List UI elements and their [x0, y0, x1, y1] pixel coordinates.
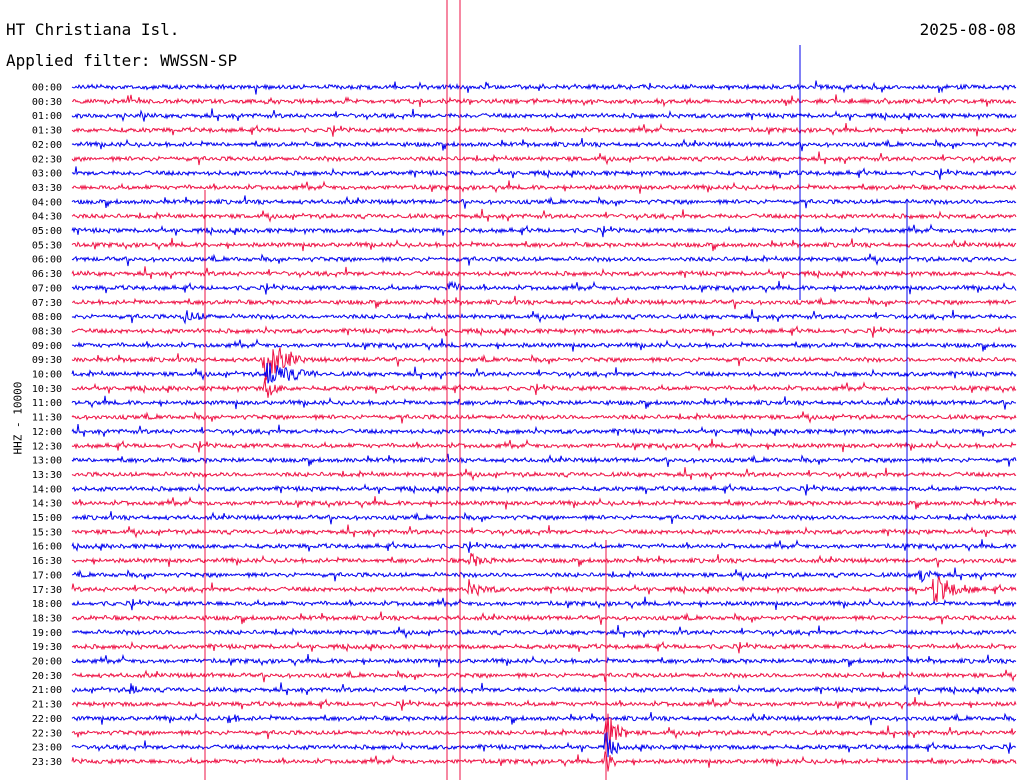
time-tick-label: 16:00 [32, 542, 62, 553]
time-tick-label: 05:30 [32, 240, 62, 251]
trace-row [71, 377, 1017, 398]
trace-row [71, 347, 1017, 381]
time-tick-label: 10:00 [32, 370, 62, 381]
trace-row [71, 751, 1017, 772]
time-tick-label: 03:00 [32, 169, 62, 180]
trace-row [71, 453, 1017, 467]
trace-row [71, 576, 1017, 603]
trace-row [71, 640, 1017, 654]
time-tick-label: 07:00 [32, 283, 62, 294]
time-tick-label: 01:00 [32, 111, 62, 122]
time-tick-label: 21:00 [32, 685, 62, 696]
trace-row [71, 266, 1017, 280]
trace-row [71, 395, 1016, 410]
trace-row [71, 166, 1017, 180]
trace-row [71, 151, 1017, 166]
trace-row [71, 697, 1017, 711]
time-tick-label: 15:00 [32, 513, 62, 524]
trace-row [71, 123, 1017, 137]
time-tick-label: 06:30 [32, 269, 62, 280]
time-tick-label: 07:30 [32, 298, 62, 309]
trace-row [71, 567, 1017, 584]
time-tick-label: 08:30 [32, 326, 62, 337]
trace-row [71, 362, 1017, 384]
time-tick-label: 04:00 [32, 197, 62, 208]
time-tick-label: 09:30 [32, 355, 62, 366]
trace-row [71, 424, 1017, 438]
time-tick-label: 11:00 [32, 398, 62, 409]
time-tick-label: 00:30 [32, 97, 62, 108]
time-tick-label: 05:00 [32, 226, 62, 237]
time-tick-label: 21:30 [32, 700, 62, 711]
time-tick-label: 19:30 [32, 642, 62, 653]
time-tick-label: 23:30 [32, 757, 62, 768]
time-tick-label: 17:00 [32, 570, 62, 581]
trace-row [72, 295, 1016, 310]
time-tick-label: 22:30 [32, 728, 62, 739]
trace-row [71, 496, 1017, 510]
time-tick-label: 17:30 [32, 585, 62, 596]
trace-row [71, 511, 1017, 525]
time-tick-label: 23:00 [32, 743, 62, 754]
trace-row [71, 669, 1017, 683]
time-tick-label: 14:00 [32, 484, 62, 495]
time-tick-label: 14:30 [32, 499, 62, 510]
time-tick-label: 04:30 [32, 212, 62, 223]
time-tick-label: 18:30 [32, 613, 62, 624]
trace-row [71, 253, 1017, 267]
trace-row [71, 611, 1017, 625]
trace-row [71, 596, 1017, 611]
time-tick-label: 09:00 [32, 341, 62, 352]
trace-row [71, 309, 1017, 325]
time-tick-label: 20:30 [32, 671, 62, 682]
trace-row [71, 712, 1017, 726]
time-tick-label: 12:30 [32, 441, 62, 452]
time-tick-label: 19:00 [32, 628, 62, 639]
trace-row [71, 467, 1017, 482]
trace-row [71, 682, 1017, 696]
time-tick-label: 18:00 [32, 599, 62, 610]
time-tick-label: 13:30 [32, 470, 62, 481]
trace-row [71, 108, 1017, 123]
trace-row [71, 732, 1017, 758]
trace-row [71, 411, 1017, 424]
trace-row [71, 223, 1017, 238]
trace-row [71, 208, 1017, 223]
trace-row [71, 180, 1017, 194]
time-tick-label: 22:00 [32, 714, 62, 725]
trace-row [71, 524, 1017, 539]
trace-row [72, 482, 1017, 496]
trace-row [71, 195, 1017, 209]
time-tick-label: 10:30 [32, 384, 62, 395]
time-tick-label: 20:00 [32, 657, 62, 668]
time-tick-label: 06:00 [32, 255, 62, 266]
trace-row [71, 552, 1017, 568]
trace-row [71, 653, 1017, 668]
helicorder-plot: HT Christiana Isl. 2025-08-08 Applied fi… [0, 0, 1024, 780]
trace-row [71, 138, 1017, 152]
trace-row [71, 539, 1017, 553]
trace-row [71, 80, 1017, 95]
trace-row [71, 438, 1017, 453]
seismogram-traces: 00:00 00:30 01:00 01:30 02:00 02:30 03:00 03:30… [32, 0, 1017, 780]
trace-row [71, 338, 1017, 352]
trace-row [71, 325, 1017, 338]
time-tick-label: 08:00 [32, 312, 62, 323]
time-tick-label: 01:30 [32, 126, 62, 137]
trace-row [71, 94, 1016, 108]
time-tick-label: 03:30 [32, 183, 62, 194]
time-tick-label: 02:30 [32, 154, 62, 165]
time-tick-label: 00:00 [32, 83, 62, 94]
trace-row [71, 624, 1017, 640]
time-tick-label: 16:30 [32, 556, 62, 567]
time-tick-label: 15:30 [32, 527, 62, 538]
trace-row [71, 280, 1017, 295]
time-tick-label: 13:00 [32, 456, 62, 467]
time-tick-label: 12:00 [32, 427, 62, 438]
time-tick-label: 11:30 [32, 413, 62, 424]
time-tick-label: 02:00 [32, 140, 62, 151]
trace-row [71, 237, 1017, 252]
